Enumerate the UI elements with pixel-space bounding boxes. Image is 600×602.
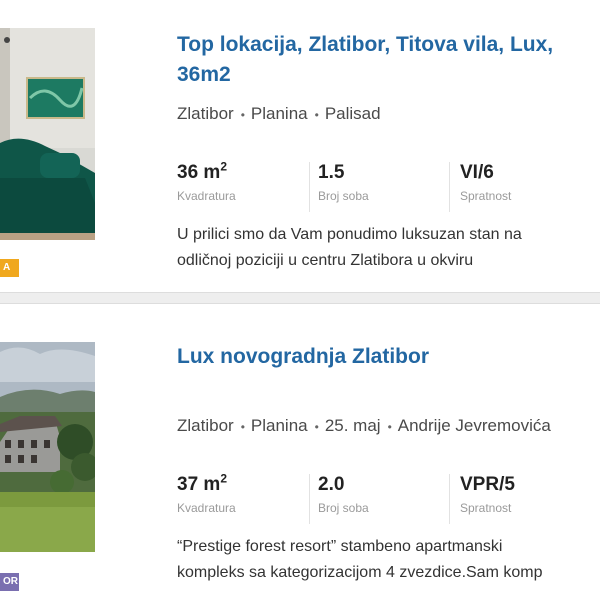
rooms-value: 2.0 [318,474,345,495]
description-line: kompleks sa kategorizacijom 4 zvezdice.S… [177,564,543,581]
stat-rooms: 2.0 Broj soba [318,472,369,526]
bullet-icon: • [240,108,245,122]
area-unit-sup: 2 [220,471,227,486]
stat-divider [309,162,310,212]
location-area: Planina [250,416,308,435]
stat-floor: VPR/5 Spratnost [460,472,515,526]
area-value: 36 m [177,162,221,183]
area-label: Kvadratura [177,189,236,203]
listing-card[interactable]: A Top lokacija, Zlatibor, Titova vila, L… [0,0,600,290]
location-area: Planina [250,104,308,123]
listing-title-link[interactable]: Lux novogradnja Zlatibor [177,342,600,372]
description-line: odličnoj poziciji u centru Zlatibora u o… [177,252,474,269]
listing-description: “Prestige forest resort” stambeno apartm… [177,534,600,586]
listing-stats: 37 m2 Kvadratura 2.0 Broj soba VPR/5 Spr… [177,472,600,526]
stat-area: 37 m2 Kvadratura [177,472,236,526]
stat-floor: VI/6 Spratnost [460,160,511,214]
listing-photo-building[interactable] [0,342,95,552]
bullet-icon: • [240,420,245,434]
area-value: 37 m [177,474,221,495]
floor-value: VPR/5 [460,474,515,495]
floor-value: VI/6 [460,162,494,183]
bullet-icon: • [387,420,392,434]
listing-title-link[interactable]: Top lokacija, Zlatibor, Titova vila, Lux… [177,30,600,90]
floor-label: Spratnost [460,189,512,203]
listing-separator [0,292,600,304]
location-city: Zlatibor [177,416,234,435]
area-unit-sup: 2 [220,159,227,174]
location-street: Andrije Jevremovića [397,416,551,435]
listing-badge: A [0,259,19,277]
listing-stats: 36 m2 Kvadratura 1.5 Broj soba VI/6 Spra… [177,160,600,214]
listing-location: Zlatibor • Planina • 25. maj • Andrije J… [177,416,600,438]
stat-divider [309,474,310,524]
listing-photo-living-room[interactable] [0,28,95,240]
area-label: Kvadratura [177,501,236,515]
location-neighborhood: Palisad [324,104,381,123]
location-neighborhood: 25. maj [324,416,381,435]
listing-location: Zlatibor • Planina • Palisad [177,104,600,126]
listing-description: U prilici smo da Vam ponudimo luksuzan s… [177,222,600,274]
stat-divider [449,474,450,524]
rooms-label: Broj soba [318,501,369,515]
rooms-label: Broj soba [318,189,369,203]
description-line: “Prestige forest resort” stambeno apartm… [177,538,503,555]
listing-card[interactable]: OR Lux novogradnja Zlatibor Zlatibor • P… [0,312,600,602]
location-city: Zlatibor [177,104,234,123]
stat-area: 36 m2 Kvadratura [177,160,236,214]
listing-badge: OR [0,573,19,591]
stat-rooms: 1.5 Broj soba [318,160,369,214]
bullet-icon: • [314,108,319,122]
bullet-icon: • [314,420,319,434]
rooms-value: 1.5 [318,162,345,183]
floor-label: Spratnost [460,501,512,515]
stat-divider [449,162,450,212]
description-line: U prilici smo da Vam ponudimo luksuzan s… [177,226,522,243]
